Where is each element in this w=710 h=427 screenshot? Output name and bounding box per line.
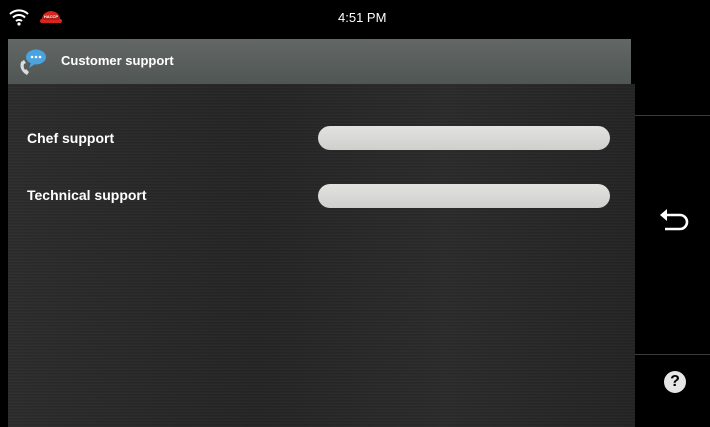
page-title: Customer support [61, 53, 174, 68]
status-time: 4:51 PM [338, 10, 387, 25]
back-button[interactable] [656, 204, 690, 238]
back-arrow-icon [660, 209, 689, 231]
haccp-badge: HACCP [39, 9, 63, 25]
sidebar-divider [635, 354, 710, 355]
chat-phone-icon [20, 49, 46, 75]
wifi-icon [9, 9, 29, 26]
sidebar-divider [635, 115, 710, 116]
screen: HACCP 4:51 PM Customer support Chef supp… [0, 0, 710, 427]
chef-support-field[interactable] [318, 126, 610, 150]
page-header: Customer support [8, 39, 631, 84]
support-form: Chef support Technical support [8, 84, 635, 427]
right-sidebar: ? [635, 36, 710, 427]
technical-support-label: Technical support [27, 187, 147, 203]
help-icon: ? [670, 373, 680, 390]
status-bar: HACCP 4:51 PM [0, 0, 710, 36]
chef-support-label: Chef support [27, 130, 115, 146]
haccp-label: HACCP [43, 14, 59, 19]
help-button[interactable]: ? [664, 371, 686, 393]
technical-support-field[interactable] [318, 184, 610, 208]
